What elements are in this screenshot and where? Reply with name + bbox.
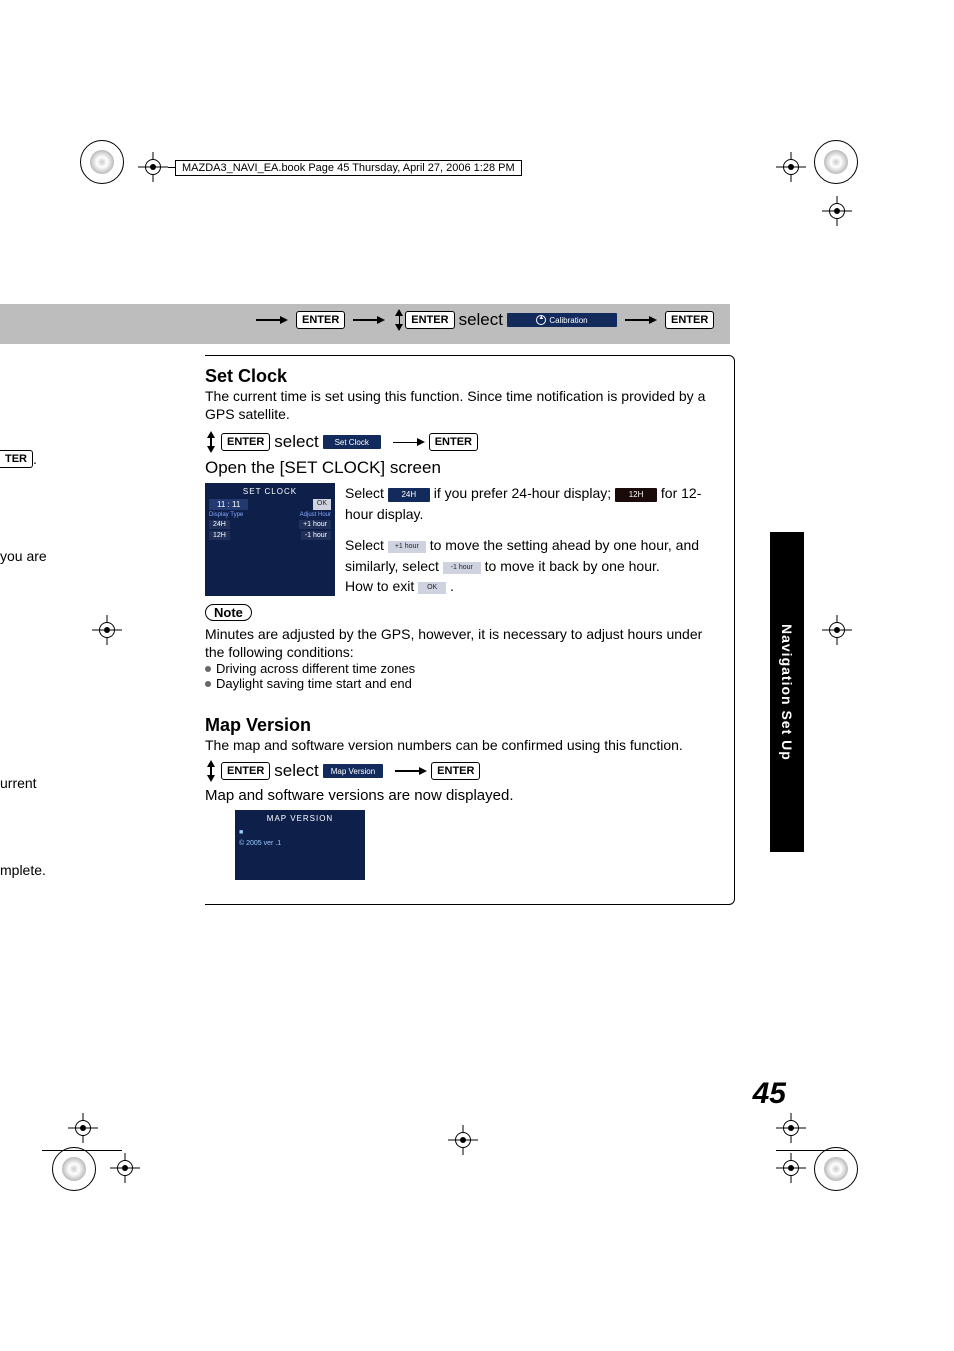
map-displayed-text: Map and software versions are now displa… (205, 786, 724, 806)
map-version-intro: The map and software version numbers can… (205, 736, 724, 754)
24h-button[interactable]: 24H (388, 488, 430, 502)
arrow-icon (625, 316, 657, 324)
cutoff-text: urrent (0, 775, 37, 791)
cutoff-text: mplete. (0, 862, 46, 878)
arrow-icon (256, 316, 288, 324)
enter-key-cut: TER (0, 450, 33, 468)
set-clock-heading: Set Clock (205, 366, 724, 387)
bullet-item: Driving across different time zones (205, 661, 724, 676)
text: if you prefer 24-hour display; (434, 485, 615, 501)
sc-title: MAP VERSION (239, 814, 361, 823)
map-version-screenshot: MAP VERSION ■ © 2005 ver .1 (235, 810, 365, 880)
enter-key: ENTER (221, 762, 270, 780)
side-tab: Navigation Set Up (770, 532, 804, 852)
ok-button[interactable]: OK (418, 582, 446, 594)
text: How to exit (345, 578, 418, 594)
arrow-icon (395, 767, 427, 775)
cutoff-text: you are (0, 548, 47, 564)
select-label: select (274, 761, 318, 781)
arrow-icon (393, 438, 425, 446)
sc-24h: 24H (209, 520, 230, 529)
open-screen-text: Open the [SET CLOCK] screen (205, 457, 724, 479)
page-header: MAZDA3_NAVI_EA.book Page 45 Thursday, Ap… (175, 160, 522, 176)
content-box: Set Clock The current time is set using … (205, 355, 735, 905)
header-text: MAZDA3_NAVI_EA.book Page 45 Thursday, Ap… (182, 162, 515, 174)
map-version-heading: Map Version (205, 715, 724, 736)
enter-key: ENTER (221, 433, 270, 451)
dot-text: . (33, 451, 37, 467)
page-number: 45 (753, 1077, 786, 1111)
set-clock-screenshot: SET CLOCK 11 : 11 OK Display Type Adjust… (205, 483, 335, 595)
enter-key: ENTER (429, 433, 478, 451)
text: to move it back by one hour. (485, 558, 660, 574)
calibration-button[interactable]: Calibration (507, 313, 617, 327)
note-text: Minutes are adjusted by the GPS, however… (205, 625, 724, 661)
enter-key: ENTER (296, 311, 345, 329)
select-label: select (459, 310, 503, 330)
text: Select (345, 485, 388, 501)
side-tab-label: Navigation Set Up (779, 624, 795, 761)
updown-icon (393, 309, 405, 331)
map-version-button[interactable]: Map Version (323, 764, 383, 778)
sc-title: SET CLOCK (209, 487, 331, 496)
sc-line: © 2005 ver .1 (239, 840, 361, 847)
minus1hour-button[interactable]: -1 hour (443, 562, 481, 574)
sc-time: 11 : 11 (209, 499, 248, 510)
enter-key: ENTER (665, 311, 714, 329)
sc-label: Adjust Hour (300, 512, 331, 518)
sc-12h: 12H (209, 531, 230, 540)
set-clock-button[interactable]: Set Clock (323, 435, 381, 449)
plus1hour-button[interactable]: +1 hour (388, 541, 426, 553)
sc-label: Display Type (209, 512, 243, 518)
enter-key: ENTER (431, 762, 480, 780)
updown-icon (205, 760, 217, 782)
set-clock-intro: The current time is set using this funct… (205, 387, 724, 423)
sc-minus1: -1 hour (301, 531, 331, 540)
arrow-icon (353, 316, 385, 324)
sc-ok: OK (313, 499, 331, 510)
bullet-item: Daylight saving time start and end (205, 676, 724, 691)
text: Select (345, 537, 388, 553)
sc-plus1: +1 hour (299, 520, 331, 529)
12h-button[interactable]: 12H (615, 488, 657, 502)
updown-icon (205, 431, 217, 453)
select-label: select (274, 432, 318, 452)
enter-key: ENTER (405, 311, 454, 329)
note-label: Note (205, 604, 252, 621)
